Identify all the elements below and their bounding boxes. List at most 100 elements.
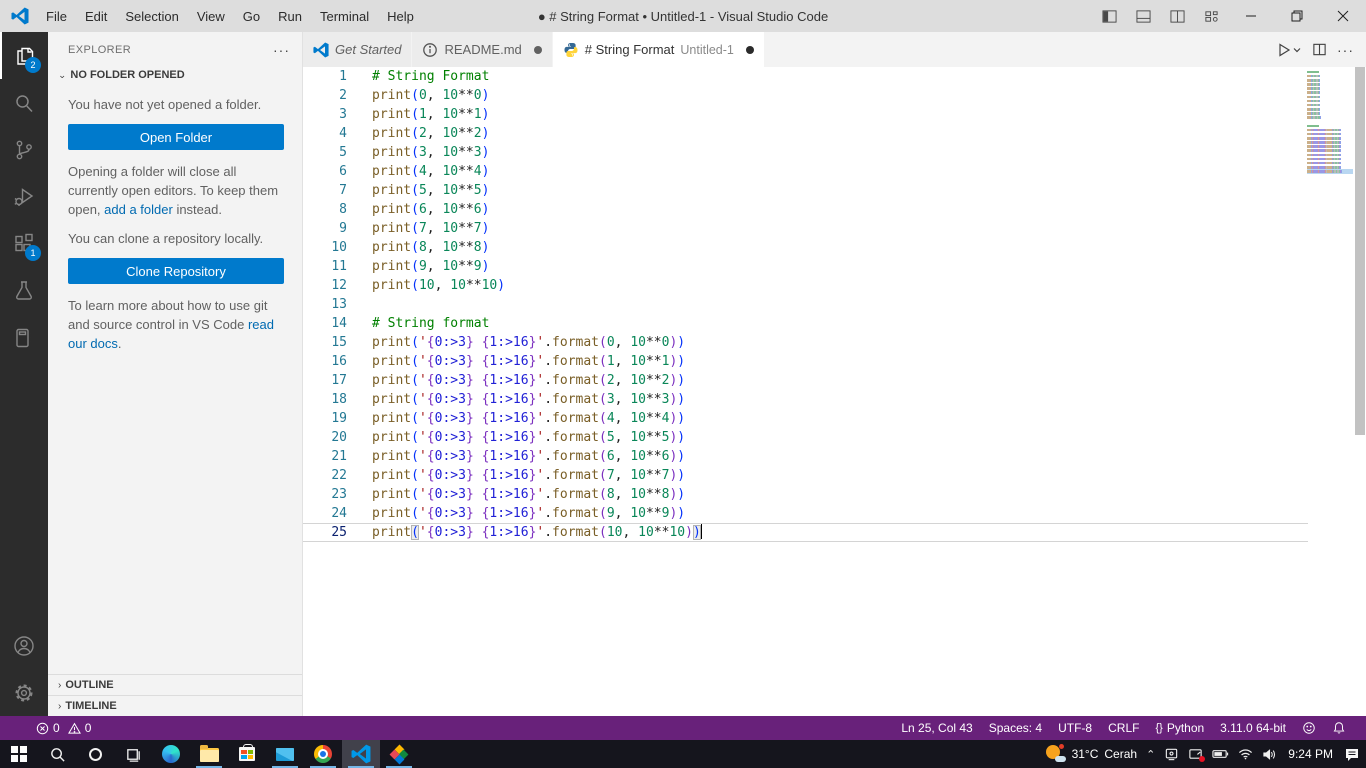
cast-device-icon[interactable] [1164, 747, 1179, 761]
settings-gear-icon[interactable] [0, 669, 48, 716]
code-line[interactable]: 24 print('{0:>3} {1:>16}'.format(9, 10**9… [303, 504, 1366, 523]
menu-run[interactable]: Run [269, 0, 311, 32]
code-line[interactable]: 8 print(6, 10**6) [303, 200, 1366, 219]
dirty-indicator[interactable] [533, 45, 542, 54]
code-line[interactable]: 3 print(1, 10**1) [303, 105, 1366, 124]
code-line[interactable]: 20 print('{0:>3} {1:>16}'.format(5, 10**5… [303, 428, 1366, 447]
start-button[interactable] [0, 740, 38, 768]
your-phone-icon[interactable] [1188, 747, 1206, 762]
code-line[interactable]: 9 print(7, 10**7) [303, 219, 1366, 238]
customize-layout-icon[interactable] [1194, 0, 1228, 32]
code-line[interactable]: 4 print(2, 10**2) [303, 124, 1366, 143]
split-editor-icon[interactable] [1312, 42, 1327, 57]
code-line[interactable]: 12 print(10, 10**10) [303, 276, 1366, 295]
add-a-folder-link[interactable]: add a folder [104, 202, 173, 217]
feedback-icon[interactable] [1294, 716, 1324, 740]
code-editor[interactable]: 1 # String Format 2 print(0, 10**0) 3 print(1… [303, 67, 1366, 716]
minimize-button[interactable] [1228, 0, 1274, 32]
menu-help[interactable]: Help [378, 0, 423, 32]
code-line[interactable]: 6 print(4, 10**4) [303, 162, 1366, 181]
open-folder-button[interactable]: Open Folder [68, 124, 284, 150]
run-debug-icon[interactable] [0, 173, 48, 220]
problems-indicator[interactable]: 0 0 [28, 716, 99, 740]
menu-selection[interactable]: Selection [116, 0, 187, 32]
code-line[interactable]: 19 print('{0:>3} {1:>16}'.format(4, 10**4… [303, 409, 1366, 428]
testing-icon[interactable] [0, 267, 48, 314]
tab-readme[interactable]: README.md [412, 32, 553, 67]
sidebar-title: EXPLORER [68, 43, 132, 56]
cursor-position[interactable]: Ln 25, Col 43 [893, 716, 980, 740]
diamond-app-icon[interactable] [380, 740, 418, 768]
menu-edit[interactable]: Edit [76, 0, 116, 32]
code-line[interactable]: 16 print('{0:>3} {1:>16}'.format(1, 10**1… [303, 352, 1366, 371]
outline-section[interactable]: › OUTLINE [48, 674, 302, 695]
menu-view[interactable]: View [188, 0, 234, 32]
code-line[interactable]: 1 # String Format [303, 67, 1366, 86]
minimap[interactable] [1307, 70, 1353, 174]
dirty-indicator[interactable] [745, 45, 754, 54]
windows-taskbar: 31°C Cerah ⌃ 9:24 PM [0, 740, 1366, 768]
toggle-sidebar-icon[interactable] [1092, 0, 1126, 32]
code-line[interactable]: 14 # String format [303, 314, 1366, 333]
code-line[interactable]: 22 print('{0:>3} {1:>16}'.format(7, 10**7… [303, 466, 1366, 485]
vscode-taskbar-icon[interactable] [342, 740, 380, 768]
tab-get-started[interactable]: Get Started [303, 32, 413, 67]
weather-temp: 31°C [1071, 747, 1099, 761]
chrome-icon[interactable] [304, 740, 342, 768]
timeline-section[interactable]: › TIMELINE [48, 695, 302, 716]
wifi-icon[interactable] [1238, 748, 1253, 760]
code-line[interactable]: 13 [303, 295, 1366, 314]
cortana-icon[interactable] [76, 740, 114, 768]
search-icon[interactable] [0, 79, 48, 126]
code-line[interactable]: 23 print('{0:>3} {1:>16}'.format(8, 10**8… [303, 485, 1366, 504]
file-explorer-icon[interactable] [190, 740, 228, 768]
code-line[interactable]: 2 print(0, 10**0) [303, 86, 1366, 105]
tray-overflow-icon[interactable]: ⌃ [1146, 748, 1155, 761]
split-editor-layout-icon[interactable] [1160, 0, 1194, 32]
tab-string-format[interactable]: # String Format Untitled-1 [552, 32, 765, 67]
explorer-more-actions-icon[interactable]: ··· [273, 42, 290, 58]
section-no-folder-opened[interactable]: ⌄ NO FOLDER OPENED [48, 67, 302, 87]
scrollbar-thumb[interactable] [1355, 67, 1365, 435]
taskbar-search-icon[interactable] [38, 740, 76, 768]
task-view-icon[interactable] [114, 740, 152, 768]
code-line[interactable]: 10 print(8, 10**8) [303, 238, 1366, 257]
language-mode[interactable]: {} Python [1147, 716, 1212, 740]
menu-go[interactable]: Go [234, 0, 269, 32]
code-line[interactable]: 17 print('{0:>3} {1:>16}'.format(2, 10**2… [303, 371, 1366, 390]
code-line[interactable]: 25 print('{0:>3} {1:>16}'.format(10, 10**… [303, 523, 1308, 542]
volume-icon[interactable] [1262, 748, 1277, 761]
menu-file[interactable]: File [37, 0, 76, 32]
microsoft-store-icon[interactable] [228, 740, 266, 768]
battery-icon[interactable] [1212, 748, 1229, 760]
edge-icon[interactable] [152, 740, 190, 768]
code-line[interactable]: 5 print(3, 10**3) [303, 143, 1366, 162]
indentation[interactable]: Spaces: 4 [981, 716, 1050, 740]
code-line[interactable]: 18 print('{0:>3} {1:>16}'.format(3, 10**3… [303, 390, 1366, 409]
editor-scrollbar[interactable] [1355, 67, 1366, 716]
code-line[interactable]: 15 print('{0:>3} {1:>16}'.format(0, 10**0… [303, 333, 1366, 352]
clock[interactable]: 9:24 PM [1286, 747, 1335, 761]
notebook-icon[interactable] [0, 314, 48, 361]
accounts-icon[interactable] [0, 622, 48, 669]
mail-icon[interactable] [266, 740, 304, 768]
clone-repository-button[interactable]: Clone Repository [68, 258, 284, 284]
code-line[interactable]: 11 print(9, 10**9) [303, 257, 1366, 276]
notifications-bell-icon[interactable] [1324, 716, 1354, 740]
action-center-icon[interactable] [1344, 747, 1360, 762]
extensions-icon[interactable]: 1 [0, 220, 48, 267]
run-python-file-button[interactable] [1276, 42, 1302, 58]
toggle-panel-icon[interactable] [1126, 0, 1160, 32]
weather-widget[interactable]: 31°C Cerah [1045, 744, 1137, 763]
eol-sequence[interactable]: CRLF [1100, 716, 1147, 740]
python-interpreter[interactable]: 3.11.0 64-bit [1212, 716, 1294, 740]
editor-more-actions-icon[interactable]: ··· [1337, 42, 1354, 58]
explorer-icon[interactable]: 2 [0, 32, 48, 79]
source-control-icon[interactable] [0, 126, 48, 173]
code-line[interactable]: 7 print(5, 10**5) [303, 181, 1366, 200]
code-line[interactable]: 21 print('{0:>3} {1:>16}'.format(6, 10**6… [303, 447, 1366, 466]
menu-terminal[interactable]: Terminal [311, 0, 378, 32]
encoding[interactable]: UTF-8 [1050, 716, 1100, 740]
close-window-button[interactable] [1320, 0, 1366, 32]
restore-button[interactable] [1274, 0, 1320, 32]
